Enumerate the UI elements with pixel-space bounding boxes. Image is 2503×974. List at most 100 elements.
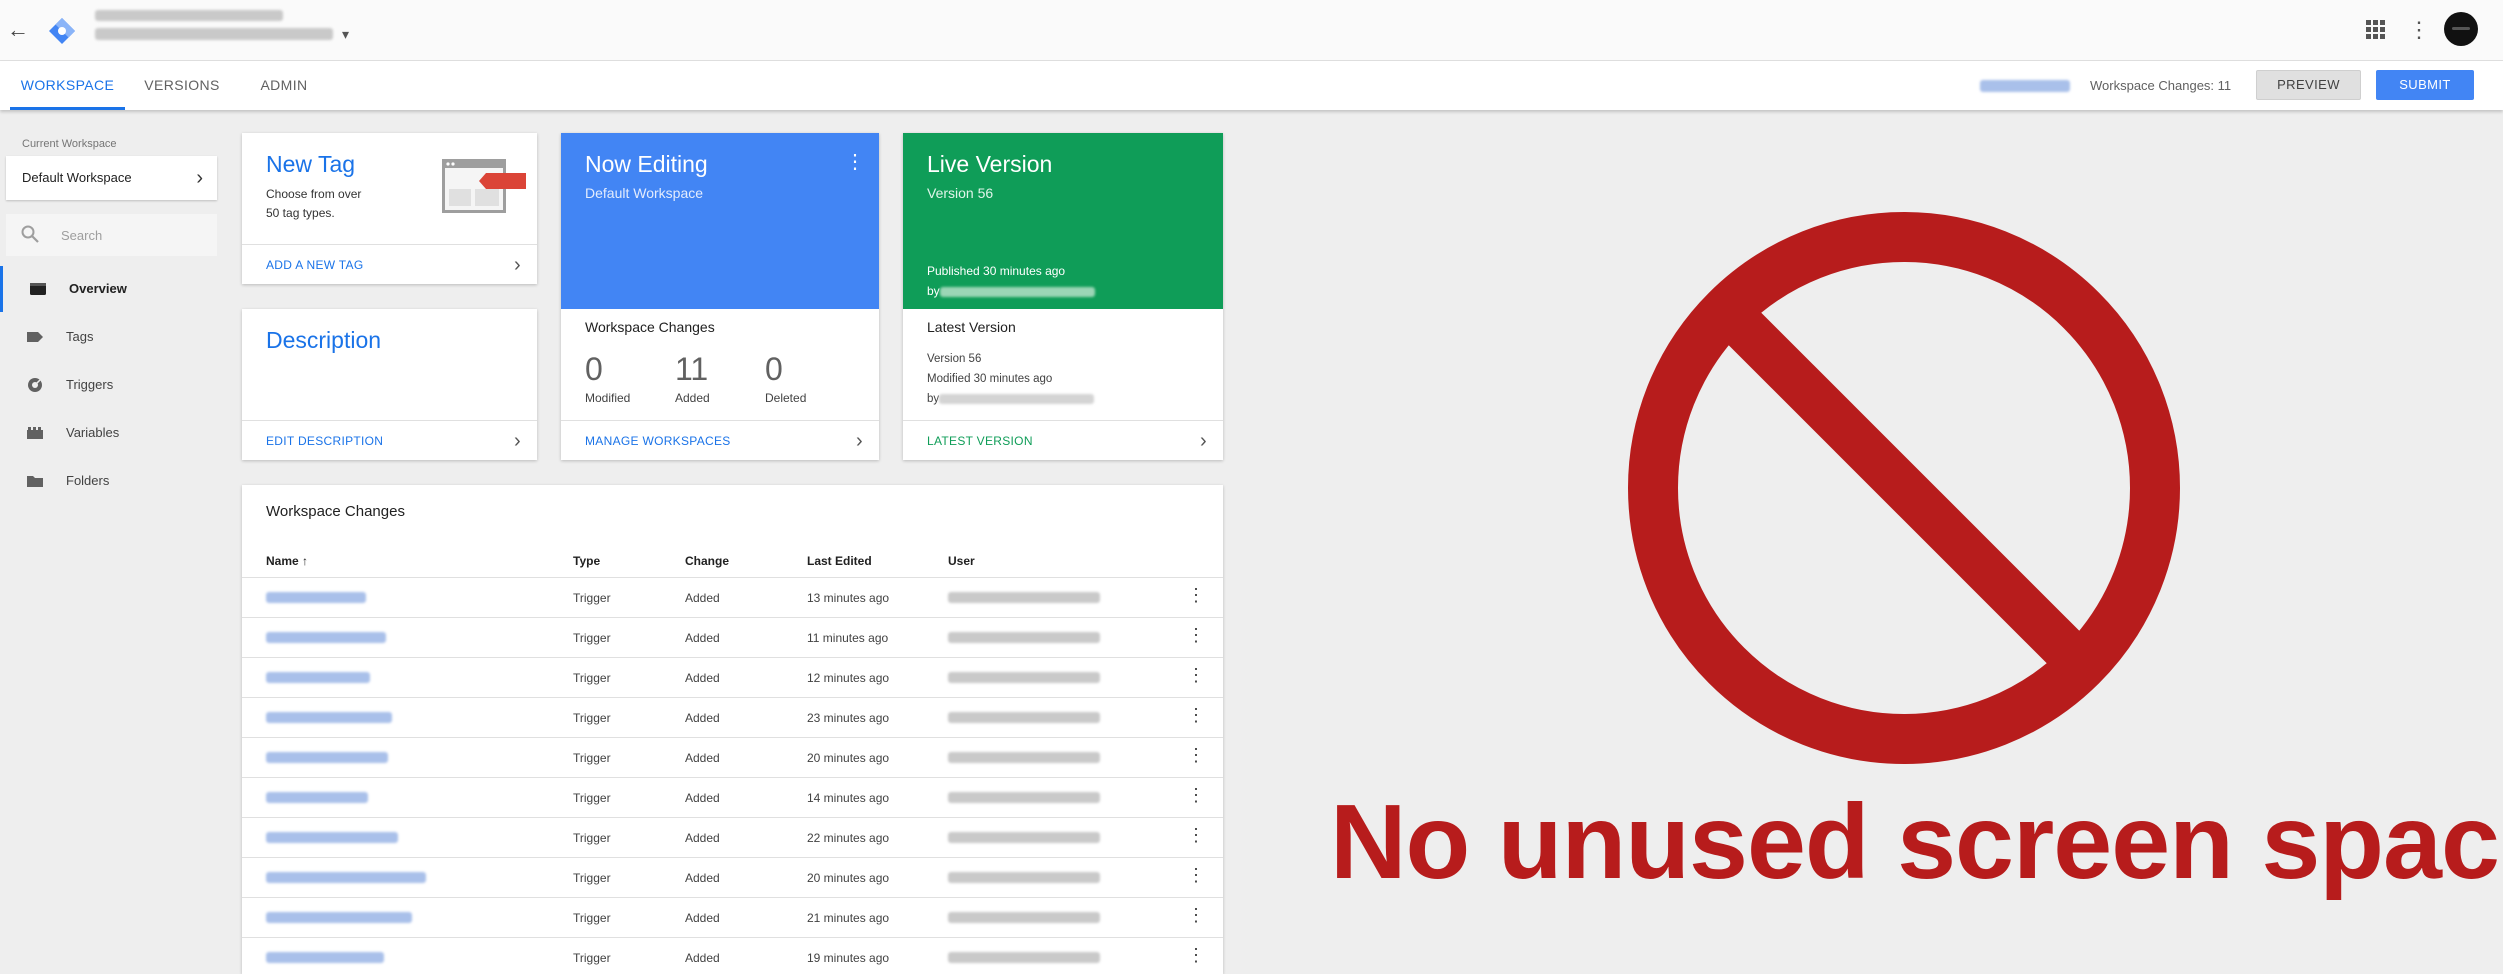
workspace-changes-count: Workspace Changes: 11 (2090, 78, 2232, 93)
sidebar-item-label: Folders (66, 473, 110, 488)
tab-workspace[interactable]: WORKSPACE (10, 61, 125, 110)
table-row[interactable]: Trigger Added 12 minutes ago ⋮ (242, 657, 1223, 697)
more-vert-icon[interactable]: ⋮ (1187, 905, 1205, 926)
change-user-redacted (948, 712, 1100, 723)
new-tag-title: New Tag (266, 151, 356, 177)
change-name-redacted[interactable] (266, 752, 388, 763)
latest-by-prefix: by (927, 393, 940, 405)
published-by-prefix: by (927, 284, 940, 298)
sidebar-item-label: Overview (69, 281, 127, 296)
apps-grid-icon[interactable] (2364, 18, 2388, 42)
column-header-name[interactable]: Name ↑ (266, 554, 308, 568)
now-editing-workspace: Default Workspace (585, 185, 704, 201)
change-name-redacted[interactable] (266, 592, 366, 603)
change-name-redacted[interactable] (266, 912, 412, 923)
deleted-label: Deleted (765, 391, 807, 405)
workspace-tab-bar: WORKSPACE VERSIONS ADMIN Workspace Chang… (0, 61, 2503, 110)
change-name-redacted[interactable] (266, 832, 398, 843)
more-vert-icon[interactable]: ⋮ (1187, 785, 1205, 806)
change-name-redacted[interactable] (266, 952, 384, 963)
more-vert-icon[interactable]: ⋮ (1187, 825, 1205, 846)
table-row[interactable]: Trigger Added 23 minutes ago ⋮ (242, 697, 1223, 737)
column-header-change[interactable]: Change (685, 554, 729, 568)
container-public-id-redacted[interactable] (1980, 80, 2070, 92)
change-name-redacted[interactable] (266, 792, 368, 803)
more-vert-icon[interactable]: ⋮ (1187, 745, 1205, 766)
change-last-edited: 14 minutes ago (807, 791, 890, 805)
table-row[interactable]: Trigger Added 11 minutes ago ⋮ (242, 617, 1223, 657)
change-type: Trigger (573, 591, 611, 605)
change-kind: Added (685, 951, 720, 965)
arrow-back-icon[interactable]: ← (4, 16, 32, 44)
latest-version-by: by (927, 393, 1095, 405)
more-vert-icon[interactable]: ⋮ (1187, 585, 1205, 606)
submit-button[interactable]: SUBMIT (2376, 70, 2474, 100)
more-vert-icon[interactable]: ⋮ (2408, 16, 2430, 44)
table-row[interactable]: Trigger Added 14 minutes ago ⋮ (242, 777, 1223, 817)
avatar[interactable] (2444, 12, 2478, 46)
sidebar-item-tags[interactable]: Tags (0, 314, 225, 360)
workspace-selector[interactable]: Default Workspace › (6, 156, 217, 200)
add-new-tag-link[interactable]: ADD A NEW TAG › (242, 244, 537, 284)
column-header-user[interactable]: User (948, 554, 975, 568)
sidebar-search (6, 214, 217, 256)
sidebar-item-variables[interactable]: Variables (0, 410, 225, 456)
change-name-redacted[interactable] (266, 712, 392, 723)
table-row[interactable]: Trigger Added 21 minutes ago ⋮ (242, 897, 1223, 937)
table-row[interactable]: Trigger Added 13 minutes ago ⋮ (242, 577, 1223, 617)
change-user-redacted (948, 952, 1100, 963)
more-vert-icon[interactable]: ⋮ (845, 149, 865, 174)
gtm-logo-icon (49, 18, 75, 44)
now-editing-header: Now Editing Default Workspace ⋮ (561, 133, 879, 309)
trigger-icon (28, 378, 42, 392)
column-header-type[interactable]: Type (573, 554, 600, 568)
change-name-redacted[interactable] (266, 672, 370, 683)
tab-versions[interactable]: VERSIONS (138, 61, 226, 110)
change-user-redacted (948, 832, 1100, 843)
change-kind: Added (685, 631, 720, 645)
change-kind: Added (685, 831, 720, 845)
modified-label: Modified (585, 391, 631, 405)
sidebar-item-triggers[interactable]: Triggers (0, 362, 225, 408)
more-vert-icon[interactable]: ⋮ (1187, 705, 1205, 726)
table-row[interactable]: Trigger Added 19 minutes ago ⋮ (242, 937, 1223, 974)
more-vert-icon[interactable]: ⋮ (1187, 665, 1205, 686)
change-last-edited: 20 minutes ago (807, 751, 890, 765)
table-row[interactable]: Trigger Added 20 minutes ago ⋮ (242, 857, 1223, 897)
edit-description-link[interactable]: EDIT DESCRIPTION › (242, 420, 537, 460)
sidebar-item-overview[interactable]: Overview (0, 266, 225, 312)
column-header-last-edited[interactable]: Last Edited (807, 554, 872, 568)
account-container-selector[interactable] (95, 10, 333, 40)
chevron-right-icon: › (1200, 430, 1207, 452)
description-title: Description (266, 327, 382, 353)
preview-button[interactable]: PREVIEW (2256, 70, 2361, 100)
latest-version-heading: Latest Version (927, 319, 1016, 335)
caret-down-icon[interactable]: ▾ (342, 26, 349, 43)
change-name-redacted[interactable] (266, 872, 426, 883)
manage-workspaces-link[interactable]: MANAGE WORKSPACES › (561, 420, 879, 460)
modified-stat: 0 Modified (585, 351, 630, 405)
workspace-changes-heading: Workspace Changes (585, 319, 715, 335)
change-type: Trigger (573, 671, 611, 685)
more-vert-icon[interactable]: ⋮ (1187, 865, 1205, 886)
tab-admin[interactable]: ADMIN (246, 61, 322, 110)
prohibited-sign-icon (1628, 212, 2180, 764)
more-vert-icon[interactable]: ⋮ (1187, 625, 1205, 646)
change-name-redacted[interactable] (266, 632, 386, 643)
published-by: by (927, 284, 1095, 298)
add-new-tag-label: ADD A NEW TAG (266, 258, 364, 272)
search-input[interactable] (61, 225, 201, 245)
latest-version-link[interactable]: LATEST VERSION › (903, 420, 1223, 460)
table-row[interactable]: Trigger Added 20 minutes ago ⋮ (242, 737, 1223, 777)
more-vert-icon[interactable]: ⋮ (1187, 945, 1205, 966)
edit-description-label: EDIT DESCRIPTION (266, 434, 384, 448)
sidebar-item-label: Tags (66, 329, 94, 344)
change-kind: Added (685, 591, 720, 605)
sidebar-item-folders[interactable]: Folders (0, 458, 225, 504)
manage-workspaces-label: MANAGE WORKSPACES (585, 434, 731, 448)
now-editing-title: Now Editing (585, 151, 708, 177)
slogan-text: No unused screen space. (1330, 783, 2503, 901)
container-id-redacted (95, 28, 333, 40)
live-version-card: Live Version Version 56 Published 30 min… (903, 133, 1223, 460)
table-row[interactable]: Trigger Added 22 minutes ago ⋮ (242, 817, 1223, 857)
